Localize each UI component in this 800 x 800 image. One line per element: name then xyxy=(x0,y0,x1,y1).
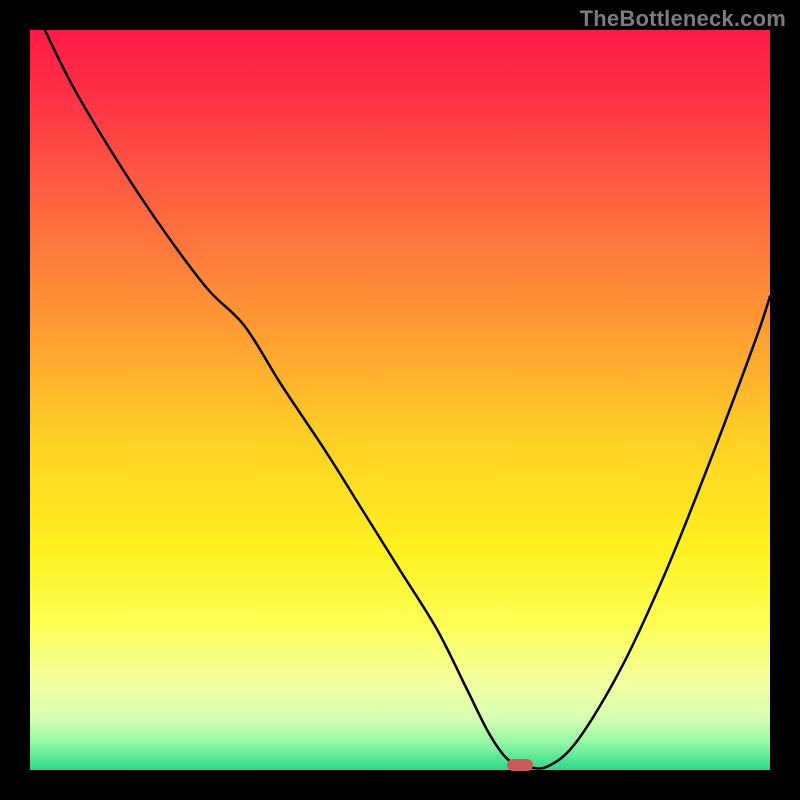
chart-background xyxy=(30,30,770,770)
watermark-text: TheBottleneck.com xyxy=(580,6,786,32)
bottleneck-chart xyxy=(30,30,770,770)
selected-point-marker xyxy=(507,759,533,771)
chart-frame: TheBottleneck.com xyxy=(0,0,800,800)
